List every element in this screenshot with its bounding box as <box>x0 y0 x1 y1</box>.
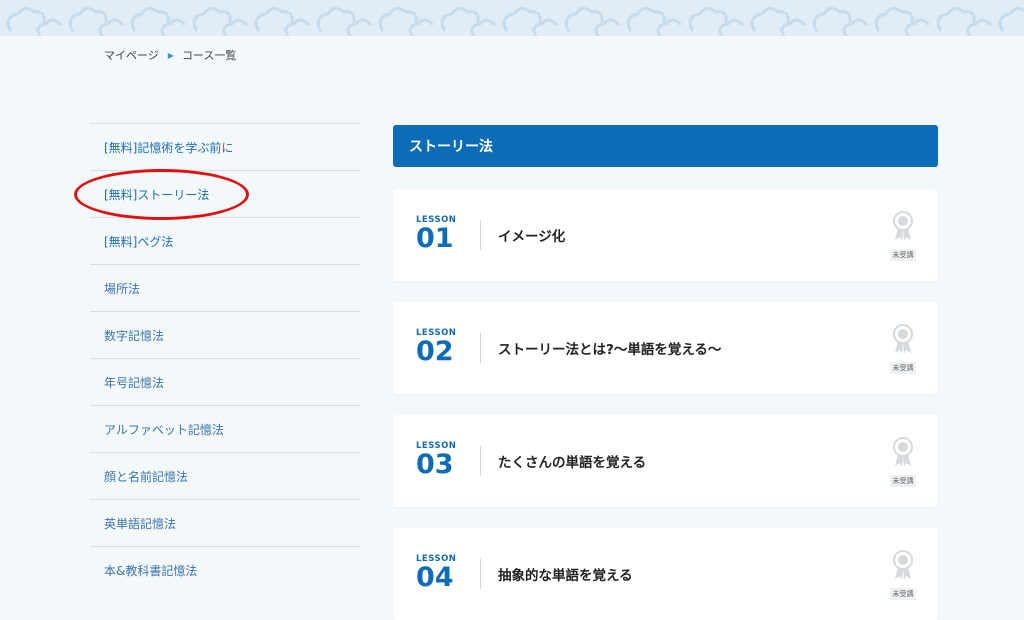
sidebar-item-label: アルファベット記憶法 <box>104 422 224 437</box>
lesson-title: イメージ化 <box>498 229 566 245</box>
lesson-number: 03 <box>416 449 454 480</box>
status-badge: 未受講 <box>890 588 916 600</box>
breadcrumb-home-link[interactable]: マイページ <box>104 47 159 63</box>
lesson-number-block: LESSON 01 <box>416 215 460 254</box>
sidebar-item-label: 本&教科書記憶法 <box>104 563 198 578</box>
sidebar-item-label: 顔と名前記憶法 <box>104 469 189 484</box>
ribbon-badge-icon <box>893 211 913 241</box>
sidebar-item-label: 英単語記憶法 <box>104 516 177 531</box>
lesson-number: 02 <box>416 336 454 367</box>
lesson-divider <box>480 333 481 363</box>
lesson-card[interactable]: LESSON 03 たくさんの単語を覚える 未受講 <box>393 415 938 507</box>
course-sidebar: [無料]記憶術を学ぶ前に [無料]ストーリー法 [無料]ペグ法 場所法 数字記憶… <box>90 123 360 593</box>
breadcrumb: マイページ ▶ コース一覧 <box>104 47 236 63</box>
sidebar-item-number-memory[interactable]: 数字記憶法 <box>90 311 360 358</box>
sidebar-item-story-method[interactable]: [無料]ストーリー法 <box>90 170 360 217</box>
ribbon-badge-icon <box>893 550 913 580</box>
sidebar-item-place-method[interactable]: 場所法 <box>90 264 360 311</box>
status-badge: 未受講 <box>890 249 916 261</box>
lesson-card[interactable]: LESSON 01 イメージ化 未受講 <box>393 189 938 281</box>
status-badge: 未受講 <box>890 475 916 487</box>
lesson-card[interactable]: LESSON 02 ストーリー法とは?〜単語を覚える〜 未受講 <box>393 302 938 394</box>
sidebar-item-intro[interactable]: [無料]記憶術を学ぶ前に <box>90 123 360 170</box>
lesson-number-block: LESSON 03 <box>416 441 460 480</box>
lesson-number: 04 <box>416 562 454 593</box>
sidebar-item-label: [無料]ストーリー法 <box>104 187 210 202</box>
lesson-status: 未受講 <box>890 435 916 487</box>
sidebar-item-label: 年号記憶法 <box>104 375 165 390</box>
lesson-divider <box>480 220 481 250</box>
lesson-status: 未受講 <box>890 209 916 261</box>
chevron-right-icon: ▶ <box>167 50 174 60</box>
lesson-divider <box>480 559 481 589</box>
lesson-status: 未受講 <box>890 548 916 600</box>
cloud-pattern-icon <box>0 0 1024 36</box>
ribbon-badge-icon <box>893 324 913 354</box>
sidebar-item-english-word-memory[interactable]: 英単語記憶法 <box>90 499 360 546</box>
sidebar-item-book-memory[interactable]: 本&教科書記憶法 <box>90 546 360 593</box>
lesson-title: 抽象的な単語を覚える <box>498 568 633 584</box>
lesson-title: ストーリー法とは?〜単語を覚える〜 <box>498 342 722 358</box>
sidebar-item-label: [無料]記憶術を学ぶ前に <box>104 140 234 155</box>
sidebar-item-alphabet-memory[interactable]: アルファベット記憶法 <box>90 405 360 452</box>
lesson-card[interactable]: LESSON 04 抽象的な単語を覚える 未受講 <box>393 528 938 620</box>
lesson-number: 01 <box>416 223 454 254</box>
status-badge: 未受講 <box>890 362 916 374</box>
sidebar-item-label: 数字記憶法 <box>104 328 165 343</box>
lesson-title: たくさんの単語を覚える <box>498 455 647 471</box>
lesson-divider <box>480 446 481 476</box>
sidebar-item-face-name-memory[interactable]: 顔と名前記憶法 <box>90 452 360 499</box>
sidebar-item-year-memory[interactable]: 年号記憶法 <box>90 358 360 405</box>
sidebar-item-label: [無料]ペグ法 <box>104 234 174 249</box>
breadcrumb-current: コース一覧 <box>181 49 237 62</box>
course-title-header: ストーリー法 <box>393 125 938 167</box>
header-pattern-band <box>0 0 1024 36</box>
lesson-status: 未受講 <box>890 322 916 374</box>
sidebar-item-peg-method[interactable]: [無料]ペグ法 <box>90 217 360 264</box>
sidebar-item-label: 場所法 <box>104 281 141 296</box>
lesson-number-block: LESSON 02 <box>416 328 460 367</box>
ribbon-badge-icon <box>893 437 913 467</box>
course-title: ストーリー法 <box>409 139 493 155</box>
lesson-number-block: LESSON 04 <box>416 554 460 593</box>
